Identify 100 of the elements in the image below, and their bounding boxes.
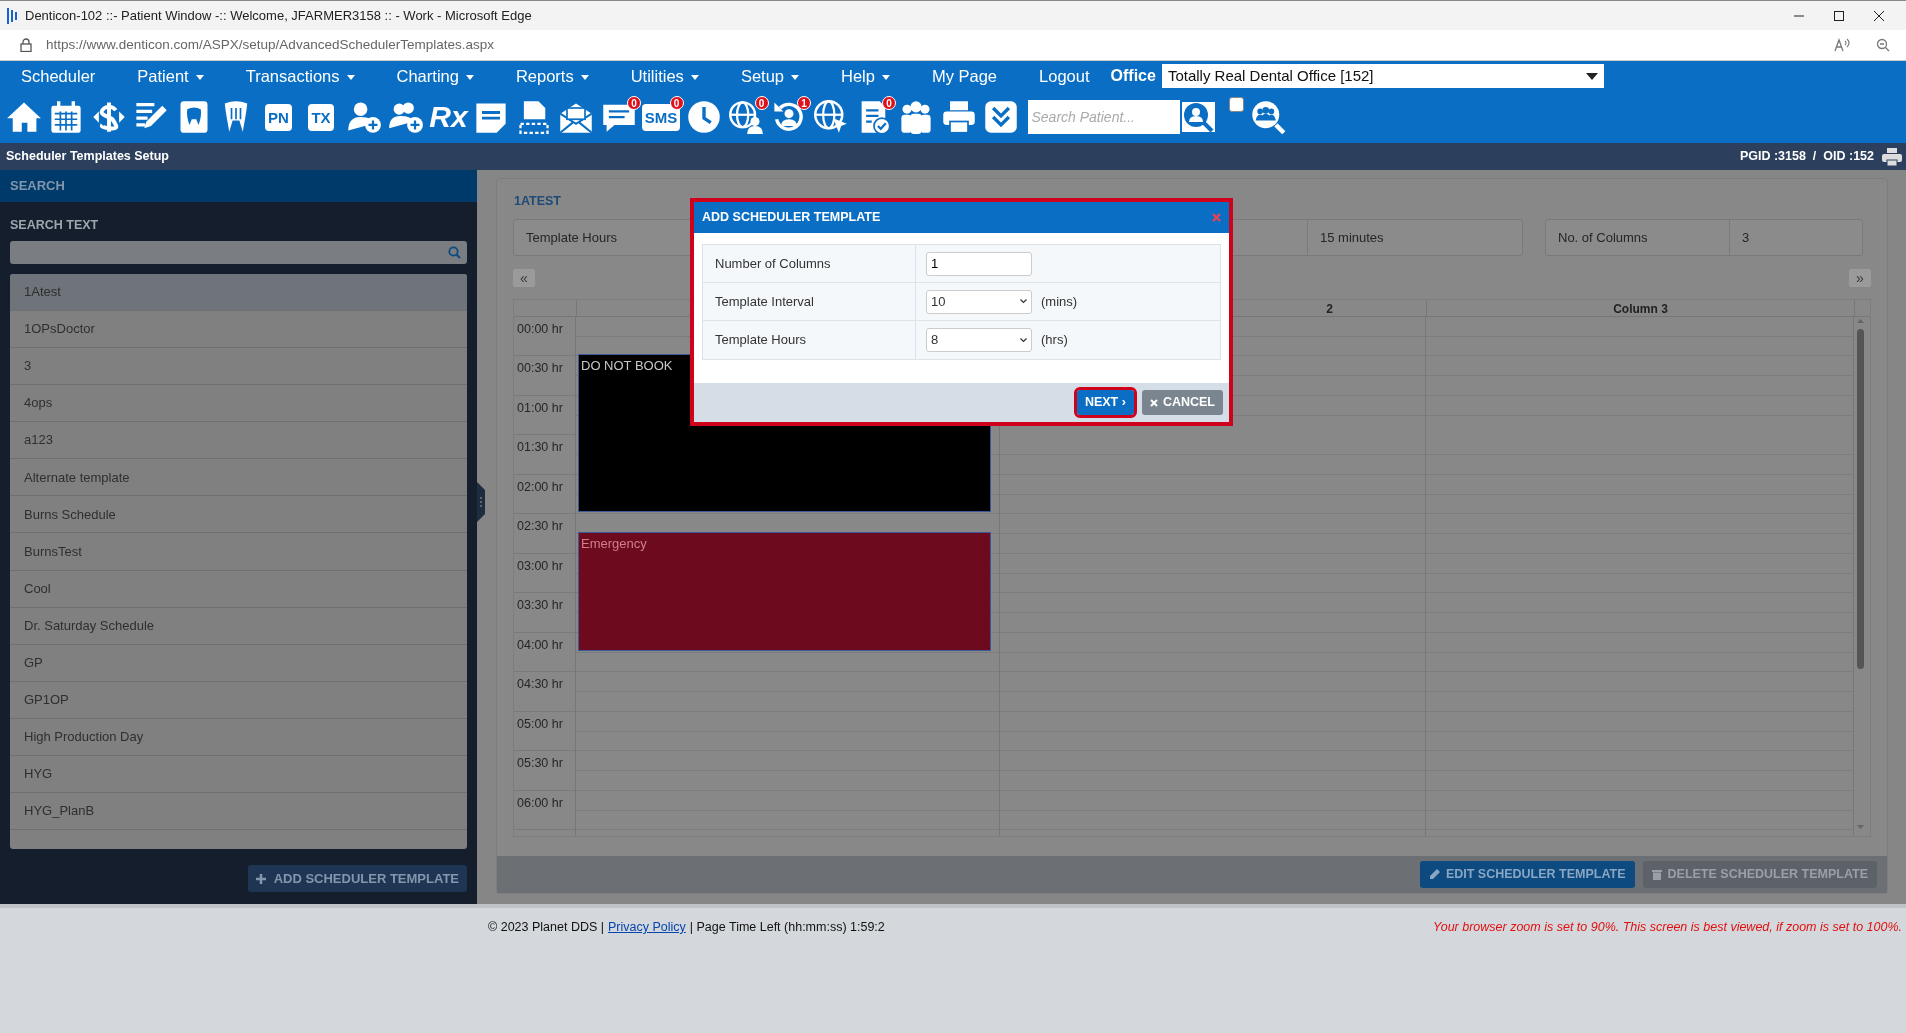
column-header: Column 3 (1613, 301, 1668, 316)
printer-icon[interactable] (940, 99, 977, 135)
office-select[interactable]: Totally Real Dental Office [152] (1161, 64, 1604, 88)
next-button[interactable]: » (1849, 268, 1871, 287)
double-chevron-icon[interactable] (983, 99, 1019, 135)
menu-item[interactable]: Logout (1018, 63, 1111, 89)
menu-item[interactable]: Utilities (609, 63, 720, 89)
maximize-icon[interactable] (1834, 10, 1844, 21)
time-label: 02:30 hr (514, 514, 575, 554)
chevron-down-icon (1020, 299, 1027, 304)
page-title: Scheduler Templates Setup (6, 148, 169, 166)
menu-item[interactable]: Charting (375, 63, 495, 89)
app-icon (7, 7, 19, 24)
calendar-icon[interactable] (48, 99, 84, 135)
summary-value: 3 (1729, 219, 1862, 255)
list-item[interactable]: 1Atest (10, 273, 467, 311)
toolbar-button[interactable]: TX (308, 103, 334, 131)
caret-icon (465, 74, 474, 80)
caret-icon (881, 74, 890, 80)
caret-icon (791, 74, 799, 80)
unit-label: (hrs) (1041, 331, 1068, 350)
splitter-handle[interactable] (477, 482, 485, 522)
toolbar-button[interactable]: Rx (429, 102, 468, 132)
time-label: 06:00 hr (514, 790, 575, 831)
count-badge: 0 (754, 96, 769, 110)
url-text[interactable]: https://www.denticon.com/ASPX/setup/AdvancedSchedulerTemplates.aspx (46, 34, 494, 56)
field-label: Template Interval (715, 292, 814, 311)
caret-icon (195, 74, 204, 80)
chevron-down-icon (1020, 337, 1027, 343)
previous-button[interactable]: « (513, 268, 535, 287)
select-field[interactable]: 10 (926, 289, 1032, 314)
input-field[interactable]: 1 (926, 251, 1032, 276)
privacy-link[interactable]: Privacy Policy (608, 920, 686, 934)
patient-search-button[interactable] (1179, 100, 1217, 134)
user-add-icon[interactable] (345, 99, 382, 135)
user-search-icon (1182, 102, 1214, 132)
trash-icon (1651, 869, 1662, 880)
menu-item[interactable]: My Page (910, 63, 1019, 89)
checkbox[interactable] (1228, 97, 1244, 112)
time-label: 01:00 hr (514, 395, 575, 436)
time-label: 04:30 hr (514, 672, 575, 712)
search-field[interactable] (10, 240, 467, 264)
summary-label: No. of Columns (1557, 228, 1649, 247)
caret-icon (346, 74, 355, 80)
dialog-button[interactable]: CANCEL (1141, 390, 1223, 415)
action-button[interactable]: EDIT SCHEDULER TEMPLATE (1419, 861, 1635, 888)
menu-item[interactable]: Patient (116, 63, 225, 89)
window-title: Denticon-102 ::- Patient Window -:: Welcome, JFARMER3158 :: - Work - Microsoft Edge (25, 6, 532, 25)
zoom-out-icon[interactable] (1876, 38, 1890, 52)
footer-text: | Page Time Left (hh:mm:ss) 1:59:2 (689, 920, 885, 934)
printer-icon[interactable] (1882, 147, 1902, 166)
count-badge: 0 (669, 96, 684, 110)
column-header: 2 (1326, 301, 1333, 316)
field-label: Number of Columns (715, 254, 831, 273)
select-field[interactable]: 8 (926, 328, 1032, 352)
menu-item[interactable]: Setup (719, 63, 820, 89)
time-label: 05:00 hr (514, 711, 575, 752)
template-name: 1ATEST (513, 193, 562, 210)
unit-label: (mins) (1041, 292, 1078, 311)
time-label: 03:00 hr (514, 553, 575, 594)
menu-item[interactable]: Help (820, 63, 911, 89)
field-label: SEARCH TEXT (9, 217, 100, 234)
time-label: 04:00 hr (514, 632, 575, 673)
field-label: Template Hours (715, 331, 807, 350)
group-icon[interactable] (898, 99, 934, 135)
toolbar-button[interactable]: PN (265, 103, 292, 131)
count-badge: 1 (797, 96, 811, 110)
caret-icon (580, 74, 589, 80)
zoom-warning: Your browser zoom is set to 90%. This screen is best viewed, if zoom is set to 100%. (1433, 919, 1903, 936)
schedule-event[interactable]: Emergency (578, 532, 991, 651)
lock-icon (20, 38, 32, 52)
time-label: 02:00 hr (514, 474, 575, 515)
group-search-icon[interactable] (1249, 99, 1286, 135)
search-icon (448, 245, 461, 259)
dialog-title: ADD SCHEDULER TEMPLATE (702, 209, 881, 227)
pencil-icon (1428, 869, 1440, 880)
group-add-icon[interactable] (388, 99, 424, 135)
read-aloud-icon[interactable] (1834, 38, 1850, 52)
time-label: 01:30 hr (514, 435, 575, 475)
count-badge: 0 (882, 96, 896, 110)
summary-label: Template Hours (525, 228, 619, 247)
page-ids: PGID :3158 / OID :152 (1739, 148, 1874, 166)
patient-search-field[interactable]: Search Patient... (1027, 100, 1180, 134)
globe-user-icon[interactable] (728, 99, 764, 135)
dialog-button[interactable]: NEXT › (1076, 390, 1134, 415)
time-label: 03:30 hr (514, 593, 575, 633)
summary-value: 15 minutes (1307, 219, 1522, 255)
time-label: 05:30 hr (514, 751, 575, 791)
menu-item[interactable]: Transactions (224, 63, 376, 89)
cross-icon (1149, 398, 1158, 407)
time-label: 00:30 hr (514, 356, 575, 396)
add-template-button[interactable]: ADD SCHEDULER TEMPLATE (247, 864, 467, 893)
close-icon[interactable] (1874, 10, 1884, 21)
globe-cursor-icon[interactable] (813, 99, 849, 135)
caret-icon (1585, 72, 1598, 80)
menu-item[interactable]: Reports (494, 63, 610, 89)
clock-icon[interactable] (685, 99, 722, 135)
time-label: 00:00 hr (514, 316, 575, 357)
menu-item[interactable]: Scheduler (0, 63, 117, 89)
footer-text: © 2023 Planet DDS | (488, 920, 604, 934)
